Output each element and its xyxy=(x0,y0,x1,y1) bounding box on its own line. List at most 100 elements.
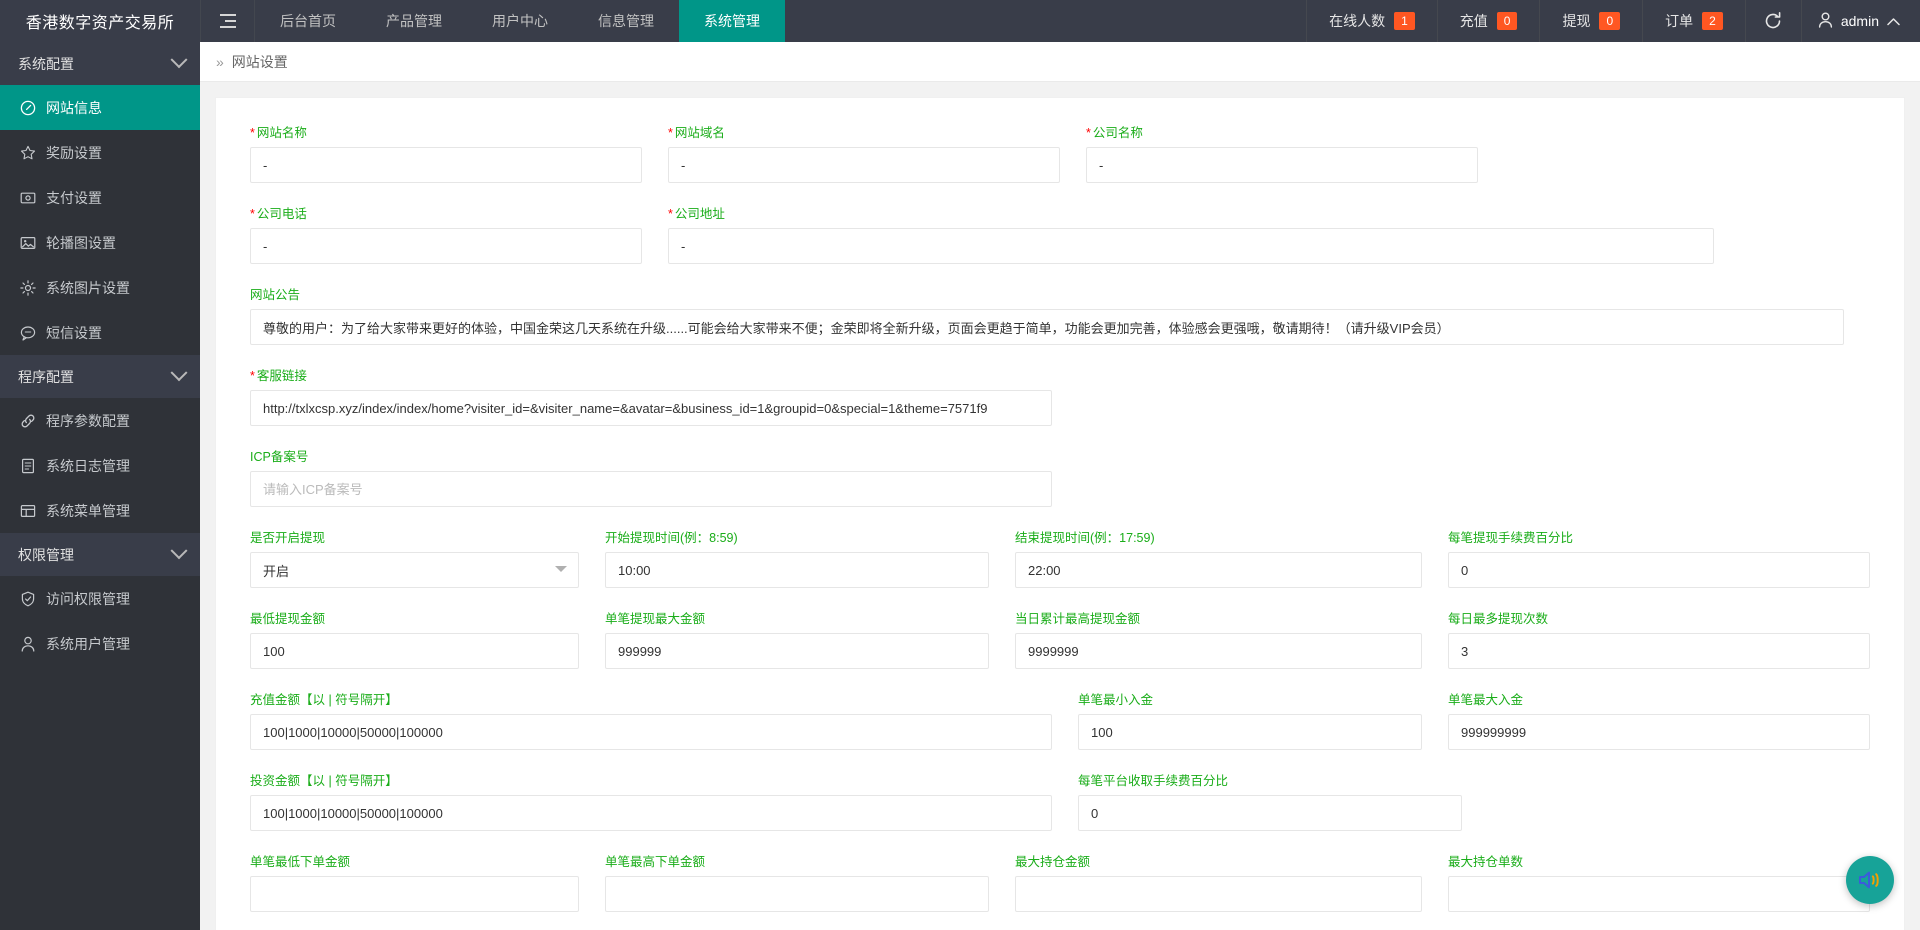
input-icp[interactable] xyxy=(250,471,1052,507)
sound-float-button[interactable] xyxy=(1846,856,1894,904)
field-icp: ICP备案号 xyxy=(250,446,1078,507)
select-withdraw-enable[interactable] xyxy=(250,552,579,588)
sidebar-item-system-menu[interactable]: 系统菜单管理 xyxy=(0,488,200,533)
stat-orders[interactable]: 订单 2 xyxy=(1642,0,1745,42)
field-company-address: * 公司地址 xyxy=(668,203,1740,264)
chevron-down-icon xyxy=(170,50,188,68)
input-deposit-min[interactable] xyxy=(1078,714,1422,750)
input-company-address[interactable] xyxy=(668,228,1714,264)
link-glyph xyxy=(21,414,35,427)
label-position-max-amount: 最大持仓金额 xyxy=(1015,855,1091,869)
field-company-name: * 公司名称 xyxy=(1086,122,1504,183)
label-withdraw-day-max: 当日累计最高提现金额 xyxy=(1015,612,1141,626)
input-withdraw-start[interactable] xyxy=(605,552,989,588)
input-withdraw-fee[interactable] xyxy=(1448,552,1870,588)
nav-item-1[interactable]: 产品管理 xyxy=(361,0,467,42)
input-company-name[interactable] xyxy=(1086,147,1478,183)
input-order-max[interactable] xyxy=(605,876,989,912)
field-withdraw-day-max: 当日累计最高提现金额 xyxy=(1015,608,1448,669)
sidebar-item-program-params[interactable]: 程序参数配置 xyxy=(0,398,200,443)
label-order-min: 单笔最低下单金额 xyxy=(250,855,351,869)
sidebar-item-sms-settings[interactable]: 短信设置 xyxy=(0,310,200,355)
field-withdraw-max: 单笔提现最大金额 xyxy=(605,608,1015,669)
stat-recharge-label: 充值 xyxy=(1459,13,1488,29)
field-invest-amounts: 投资金额【以 | 符号隔开】 xyxy=(250,770,1078,831)
sidebar-item-site-info[interactable]: 网站信息 xyxy=(0,85,200,130)
required-marker: * xyxy=(250,369,255,383)
nav-item-2[interactable]: 用户中心 xyxy=(467,0,573,42)
log-glyph xyxy=(21,458,35,473)
stat-orders-label: 订单 xyxy=(1665,13,1694,29)
input-position-max-amount[interactable] xyxy=(1015,876,1422,912)
input-site-domain[interactable] xyxy=(668,147,1060,183)
breadcrumb-current: 网站设置 xyxy=(231,53,288,70)
input-position-max-count[interactable] xyxy=(1448,876,1870,912)
field-site-notice: 网站公告 xyxy=(250,284,1870,345)
field-order-min: 单笔最低下单金额 xyxy=(250,851,605,912)
stat-online-users[interactable]: 在线人数 1 xyxy=(1306,0,1437,42)
input-deposit-max[interactable] xyxy=(1448,714,1870,750)
breadcrumb: » 网站设置 xyxy=(200,42,1920,82)
sidebar-item-label-2-1: 系统用户管理 xyxy=(46,635,130,652)
label-withdraw-max: 单笔提现最大金额 xyxy=(605,612,706,626)
sidebar-group-system-config[interactable]: 系统配置 xyxy=(0,42,200,85)
user-icon xyxy=(1818,12,1833,31)
sidebar-item-system-log[interactable]: 系统日志管理 xyxy=(0,443,200,488)
sidebar-item-system-image-settings[interactable]: 系统图片设置 xyxy=(0,265,200,310)
header-right-tools: 在线人数 1 充值 0 提现 0 订单 2 admin xyxy=(1306,0,1920,42)
form-row-recharge: 充值金额【以 | 符号隔开】 单笔最小入金 单笔最大入金 xyxy=(250,689,1870,750)
sidebar-item-carousel-settings[interactable]: 轮播图设置 xyxy=(0,220,200,265)
field-site-name: * 网站名称 xyxy=(250,122,668,183)
field-site-domain: * 网站域名 xyxy=(668,122,1086,183)
gear-icon xyxy=(20,279,36,296)
log-icon xyxy=(20,458,36,474)
sidebar-item-access-permission[interactable]: 访问权限管理 xyxy=(0,576,200,621)
user-menu[interactable]: admin xyxy=(1800,0,1920,42)
field-withdraw-start: 开始提现时间(例：8:59) xyxy=(605,527,1015,588)
image-glyph xyxy=(20,236,36,249)
input-recharge-amounts[interactable] xyxy=(250,714,1052,750)
input-withdraw-day-max[interactable] xyxy=(1015,633,1422,669)
input-service-link[interactable] xyxy=(250,390,1052,426)
input-site-name[interactable] xyxy=(250,147,642,183)
input-withdraw-max[interactable] xyxy=(605,633,989,669)
stat-withdraw[interactable]: 提现 0 xyxy=(1539,0,1642,42)
sidebar-item-label-1-2: 系统菜单管理 xyxy=(46,502,130,519)
input-invest-amounts[interactable] xyxy=(250,795,1052,831)
sidebar-item-system-user[interactable]: 系统用户管理 xyxy=(0,621,200,666)
chevron-up-glyph xyxy=(1887,18,1900,26)
field-platform-fee: 每笔平台收取手续费百分比 xyxy=(1078,770,1488,831)
sidebar-item-payment-settings[interactable]: 支付设置 xyxy=(0,175,200,220)
input-withdraw-times[interactable] xyxy=(1448,633,1870,669)
sidebar-item-label-1-0: 程序参数配置 xyxy=(46,412,130,429)
input-withdraw-min[interactable] xyxy=(250,633,579,669)
hamburger-icon[interactable] xyxy=(200,0,255,42)
sidebar-item-reward-settings[interactable]: 奖励设置 xyxy=(0,130,200,175)
form-row-withdraw-limits: 最低提现金额 单笔提现最大金额 当日累计最高提现金额 每日最多提现次数 xyxy=(250,608,1870,669)
payment-icon xyxy=(20,190,36,206)
input-order-min[interactable] xyxy=(250,876,579,912)
menu-glyph xyxy=(20,504,36,517)
label-site-name-text: 网站名称 xyxy=(256,126,307,140)
nav-item-0[interactable]: 后台首页 xyxy=(255,0,361,42)
nav-item-4[interactable]: 系统管理 xyxy=(679,0,785,42)
user-icon xyxy=(20,636,36,652)
select-withdraw-enable-value[interactable] xyxy=(250,552,579,588)
refresh-icon[interactable] xyxy=(1744,0,1801,42)
stat-recharge[interactable]: 充值 0 xyxy=(1436,0,1540,42)
nav-item-3[interactable]: 信息管理 xyxy=(573,0,679,42)
sidebar-group-program-config[interactable]: 程序配置 xyxy=(0,355,200,398)
input-withdraw-end[interactable] xyxy=(1015,552,1422,588)
field-position-max-amount: 最大持仓金额 xyxy=(1015,851,1448,912)
field-withdraw-min: 最低提现金额 xyxy=(250,608,605,669)
label-service-link-text: 客服链接 xyxy=(256,369,307,383)
input-company-phone[interactable] xyxy=(250,228,642,264)
chevron-down-icon xyxy=(170,541,188,559)
sidebar-group-label-0: 系统配置 xyxy=(18,55,74,72)
label-withdraw-enable: 是否开启提现 xyxy=(250,531,326,545)
input-platform-fee[interactable] xyxy=(1078,795,1462,831)
label-site-name: * 网站名称 xyxy=(250,122,642,141)
input-site-notice[interactable] xyxy=(250,309,1844,345)
form-row-invest: 投资金额【以 | 符号隔开】 每笔平台收取手续费百分比 xyxy=(250,770,1870,831)
sidebar-group-permission[interactable]: 权限管理 xyxy=(0,533,200,576)
